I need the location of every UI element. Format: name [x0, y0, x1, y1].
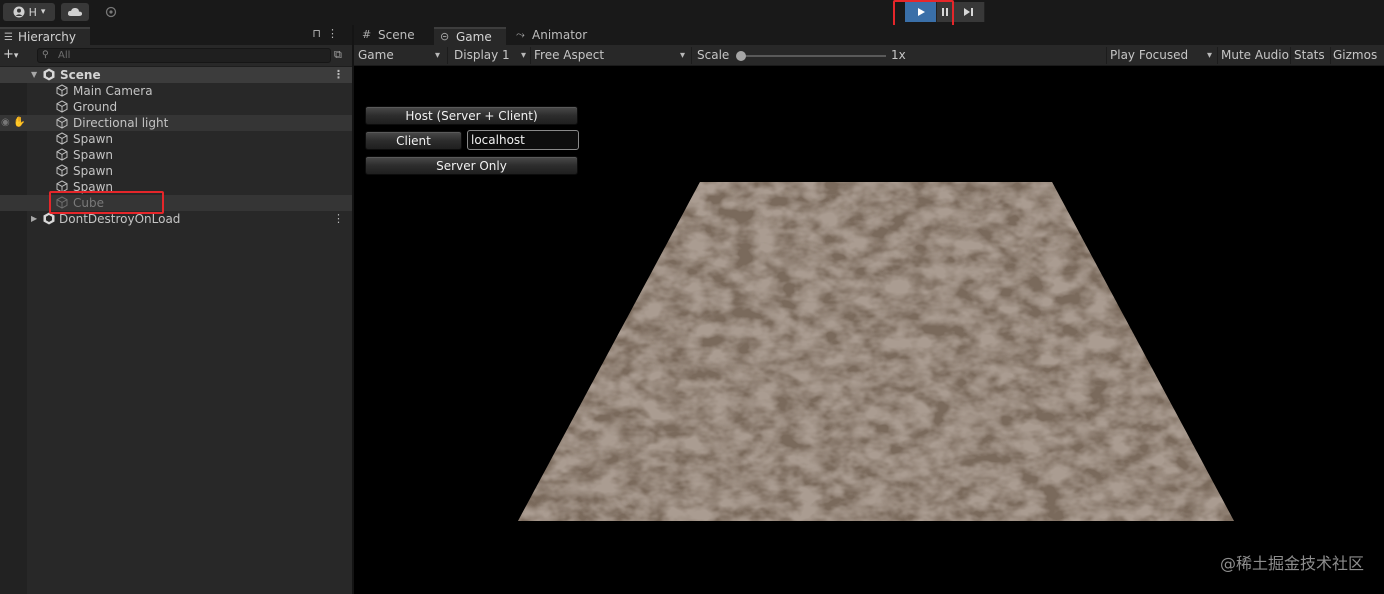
client-button[interactable]: Client	[365, 131, 462, 150]
animator-icon: ⤳	[516, 28, 525, 41]
tab-hierarchy[interactable]: ☰ Hierarchy	[0, 27, 90, 45]
hierarchy-tabbar: ☰ Hierarchy ⊓⋮	[0, 25, 352, 45]
tab-animator[interactable]: ⤳ Animator	[510, 27, 600, 45]
hierarchy-search-input[interactable]: ⚲ All	[37, 48, 331, 63]
list-icon: ☰	[4, 32, 13, 43]
account-label: H	[28, 5, 37, 19]
view-tabbar: # Scene ⊝ Game ⤳ Animator	[354, 25, 1384, 45]
hierarchy-tab-actions: ⊓⋮	[312, 27, 344, 40]
pick-hand-icon[interactable]: ✋	[13, 115, 25, 131]
watermark: @稀土掘金技术社区	[1219, 554, 1364, 573]
game-panel: # Scene ⊝ Game ⤳ Animator Game Display 1…	[354, 25, 1384, 594]
cloud-button[interactable]	[61, 3, 89, 21]
separator	[1330, 47, 1331, 64]
display-dropdown[interactable]: Display 1	[454, 47, 530, 64]
address-input[interactable]: localhost	[467, 130, 579, 150]
gizmos-button[interactable]: Gizmos	[1333, 47, 1381, 64]
account-icon	[13, 6, 25, 18]
tree-item-label: Directional light	[73, 116, 169, 130]
more-icon[interactable]: ⋮	[333, 211, 344, 227]
plus-icon: +	[3, 47, 14, 62]
tab-scene[interactable]: # Scene	[356, 27, 434, 45]
separator	[530, 47, 531, 64]
tree-item-label: Spawn	[73, 148, 114, 162]
scale-value: 1x	[891, 48, 906, 62]
step-button[interactable]	[953, 2, 985, 22]
server-only-button[interactable]: Server Only	[365, 156, 578, 175]
mute-audio-button[interactable]: Mute Audio	[1221, 47, 1289, 64]
tab-animator-label: Animator	[532, 28, 588, 42]
gameobject-cube-icon	[56, 116, 68, 129]
tree-row-directional-light[interactable]: ◉ ✋ Directional light	[0, 115, 352, 131]
search-icon: ⚲	[42, 50, 49, 60]
more-icon[interactable]: ⋮	[333, 67, 344, 83]
tree-row-spawn[interactable]: Spawn	[0, 147, 352, 163]
gameobject-cube-icon	[56, 148, 68, 161]
scale-slider-track[interactable]	[742, 55, 886, 57]
lock-icon[interactable]: ⊓	[312, 27, 327, 40]
separator	[1106, 47, 1107, 64]
grid-icon: #	[362, 28, 372, 41]
separator	[447, 47, 448, 64]
host-button[interactable]: Host (Server + Client)	[365, 106, 578, 125]
separator	[691, 47, 692, 64]
cloud-icon	[67, 7, 83, 16]
hierarchy-search-bar: +▾ ⚲ All ⧉	[0, 45, 352, 67]
account-dropdown[interactable]: H ▾	[3, 3, 55, 21]
game-viewport[interactable]: Host (Server + Client) Client localhost …	[354, 66, 1384, 594]
chevron-down-icon: ▾	[13, 51, 19, 61]
aspect-dropdown[interactable]: Free Aspect	[534, 47, 689, 64]
scale-slider-handle[interactable]	[736, 51, 746, 61]
tab-hierarchy-label: Hierarchy	[18, 30, 77, 44]
gameobject-cube-icon	[56, 164, 68, 177]
collab-button[interactable]	[97, 3, 125, 21]
tab-game-label: Game	[456, 30, 492, 44]
tab-game[interactable]: ⊝ Game	[434, 27, 506, 45]
chevron-down-icon: ▾	[40, 7, 46, 17]
create-button[interactable]: +▾	[3, 47, 18, 62]
search-placeholder: All	[58, 50, 71, 61]
more-icon[interactable]: ⋮	[327, 27, 344, 40]
separator	[1290, 47, 1291, 64]
expand-arrow-icon[interactable]: ▶	[31, 211, 37, 227]
cube-row-highlight	[49, 191, 164, 214]
scene-label: Scene	[60, 68, 101, 82]
tree-row-ground[interactable]: Ground	[0, 99, 352, 115]
tree-item-label: Spawn	[73, 164, 114, 178]
search-filter-icon[interactable]: ⧉	[334, 48, 342, 62]
step-icon	[964, 8, 973, 16]
hierarchy-panel: ☰ Hierarchy ⊓⋮ +▾ ⚲ All ⧉ ▼ Scene ⋮ Main…	[0, 25, 352, 594]
separator	[1217, 47, 1218, 64]
gamepad-icon: ⊝	[440, 30, 450, 43]
game-view-toolbar: Game Display 1 Free Aspect Scale 1x Play…	[354, 45, 1384, 66]
scale-label: Scale	[697, 48, 730, 62]
tree-row-spawn[interactable]: Spawn	[0, 131, 352, 147]
expand-arrow-icon[interactable]: ▼	[31, 67, 37, 83]
visibility-eye-icon[interactable]: ◉	[1, 115, 10, 131]
gameobject-cube-icon	[56, 100, 68, 113]
tab-scene-label: Scene	[378, 28, 415, 42]
game-mode-dropdown[interactable]: Game	[358, 47, 444, 64]
tree-row-main-camera[interactable]: Main Camera	[0, 83, 352, 99]
play-focused-dropdown[interactable]: Play Focused	[1110, 47, 1216, 64]
tree-item-label: Spawn	[73, 132, 114, 146]
main-toolbar: H ▾	[0, 0, 1384, 25]
tree-row-spawn[interactable]: Spawn	[0, 163, 352, 179]
collab-icon	[105, 6, 117, 18]
unity-scene-icon	[43, 68, 55, 81]
stats-button[interactable]: Stats	[1294, 47, 1330, 64]
gameobject-cube-icon	[56, 84, 68, 97]
gameobject-cube-icon	[56, 132, 68, 145]
tree-item-label: Ground	[73, 100, 118, 114]
tree-row-scene[interactable]: ▼ Scene ⋮	[0, 67, 352, 83]
tree-item-label: Main Camera	[73, 84, 153, 98]
